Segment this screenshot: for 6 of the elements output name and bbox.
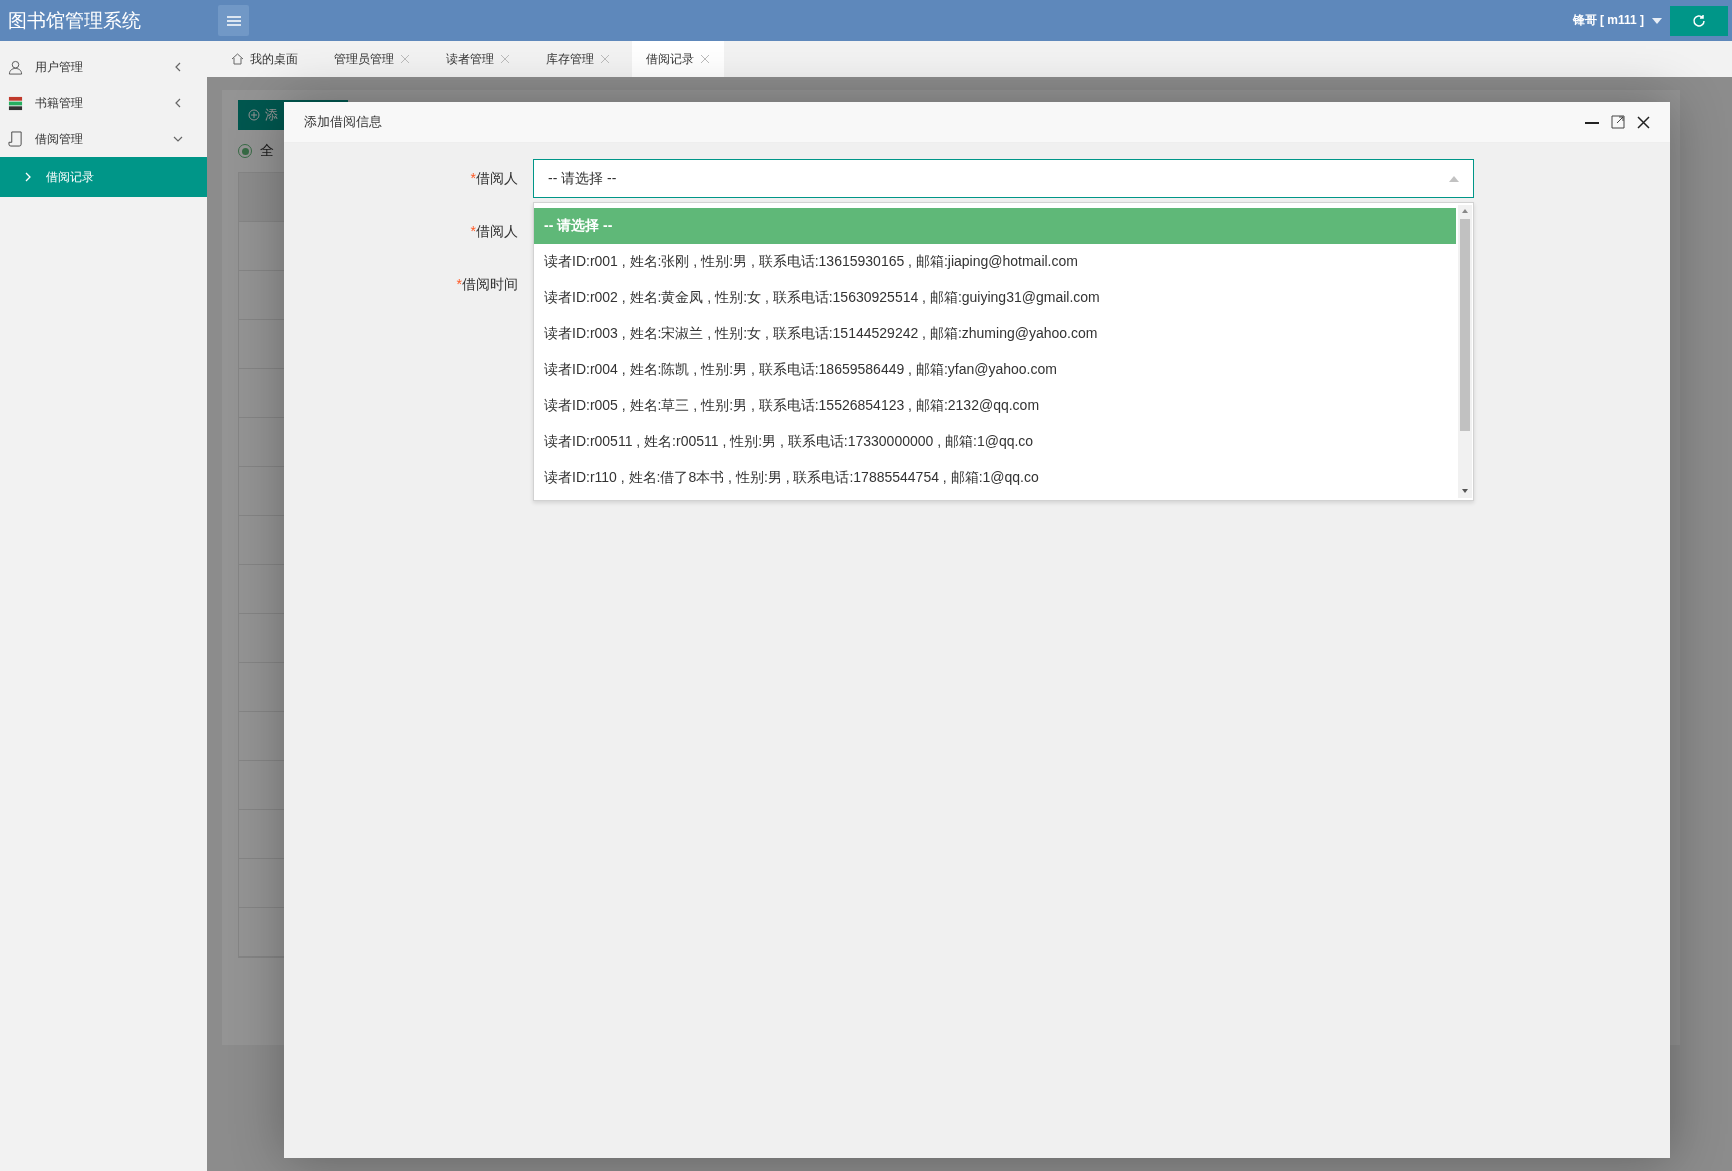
dialog-title: 添加借阅信息 bbox=[304, 113, 382, 131]
app-title: 图书馆管理系统 bbox=[8, 8, 142, 33]
field-label: *借阅人 bbox=[469, 222, 518, 241]
radio-label: 全 bbox=[260, 142, 274, 160]
field-label: *借阅时间 bbox=[455, 275, 518, 294]
field-label: *借阅人 bbox=[469, 169, 518, 188]
